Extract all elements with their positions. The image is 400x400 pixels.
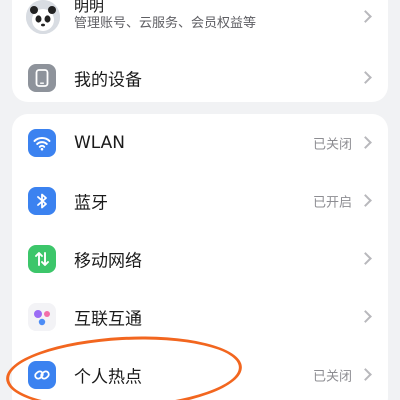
wlan-status: 已关闭 xyxy=(312,137,352,153)
chevron-right-icon xyxy=(359,10,372,23)
settings-row-bluetooth[interactable]: 蓝牙 已开启 xyxy=(12,172,388,230)
panda-avatar xyxy=(26,0,60,34)
wifi-icon xyxy=(28,129,56,157)
hotspot-icon xyxy=(28,361,56,389)
chevron-right-icon xyxy=(359,368,372,381)
chevron-right-icon xyxy=(359,71,372,84)
phone-device-icon xyxy=(28,64,56,92)
bluetooth-icon xyxy=(28,187,56,215)
interconnect-icon xyxy=(28,303,56,331)
settings-row-wlan[interactable]: WLAN 已关闭 xyxy=(12,114,388,172)
hotspot-label: 个人热点 xyxy=(74,367,142,388)
account-subtitle: 管理账号、云服务、会员权益等 xyxy=(74,16,257,31)
settings-row-hotspot[interactable]: 个人热点 已关闭 xyxy=(12,346,388,400)
mobile-data-icon xyxy=(28,245,56,273)
account-row[interactable]: 明明 管理账号、云服务、会员权益等 xyxy=(12,0,388,54)
chevron-right-icon xyxy=(359,194,372,207)
my-device-row[interactable]: 我的设备 xyxy=(12,54,388,102)
hotspot-status: 已关闭 xyxy=(312,369,352,385)
connectivity-card: WLAN 已关闭 蓝牙 已开启 移动网络 互联互通 个人热点 已关闭 xyxy=(12,114,388,400)
settings-row-mobile-network[interactable]: 移动网络 xyxy=(12,230,388,288)
settings-row-interconnect[interactable]: 互联互通 xyxy=(12,288,388,346)
my-device-label: 我的设备 xyxy=(74,70,142,91)
bluetooth-label: 蓝牙 xyxy=(74,193,108,214)
settings-page: 明明 管理账号、云服务、会员权益等 我的设备 WLAN 已关闭 蓝牙 已开启 移… xyxy=(0,0,400,400)
wlan-label: WLAN xyxy=(74,133,126,153)
account-card: 明明 管理账号、云服务、会员权益等 我的设备 xyxy=(12,0,388,102)
interconnect-label: 互联互通 xyxy=(74,309,142,330)
chevron-right-icon xyxy=(359,252,372,265)
bluetooth-status: 已开启 xyxy=(312,195,352,211)
chevron-right-icon xyxy=(359,310,372,323)
mobile-network-label: 移动网络 xyxy=(74,251,142,272)
chevron-right-icon xyxy=(359,136,372,149)
